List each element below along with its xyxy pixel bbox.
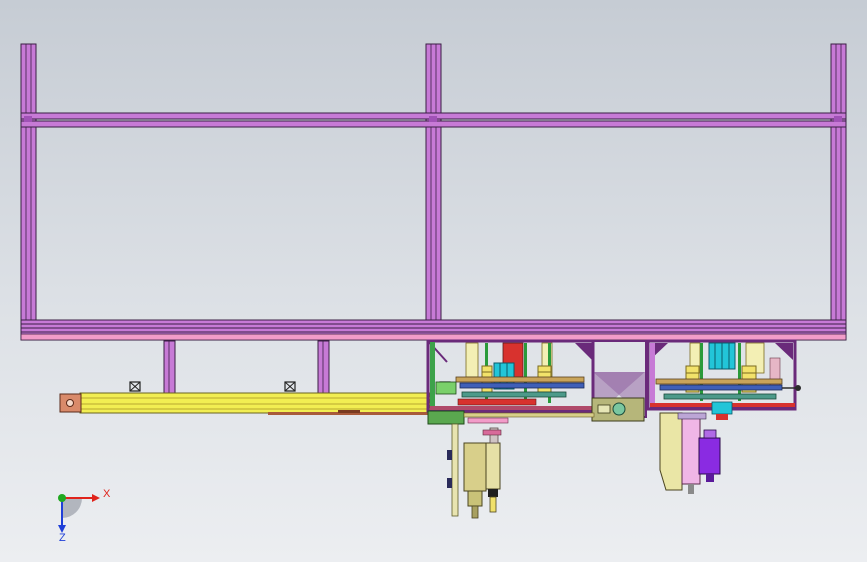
cylinder-body-right — [482, 427, 502, 513]
vertical-post-center — [425, 43, 442, 321]
main-base-beam — [20, 319, 847, 341]
assembly-drawing: X Z — [20, 43, 847, 544]
linear-rail — [79, 392, 431, 415]
coordinate-triad — [58, 494, 100, 533]
z-axis-label: Z — [59, 532, 66, 544]
right-stepper-motor — [698, 429, 721, 482]
left-turntable-plate — [455, 376, 585, 398]
vertical-post-right — [830, 43, 847, 321]
vertical-post-left — [20, 43, 37, 321]
x-axis-label: X — [103, 488, 111, 500]
right-turntable-plate — [655, 378, 801, 400]
rail-clamp-1 — [129, 381, 141, 392]
right-motor-block — [708, 342, 736, 370]
cylinder-guide-rod — [447, 423, 459, 517]
cad-viewport[interactable]: X Z — [0, 0, 867, 562]
cylinder-body-left — [463, 442, 487, 519]
rail-clamp-2 — [284, 381, 296, 392]
hanger-post-2 — [317, 340, 330, 394]
upper-crossbeam — [20, 112, 847, 128]
left-slide-rail — [463, 412, 595, 424]
hanger-post-1 — [163, 340, 176, 394]
rail-end-block — [59, 393, 82, 413]
slide-carriage — [591, 397, 645, 422]
